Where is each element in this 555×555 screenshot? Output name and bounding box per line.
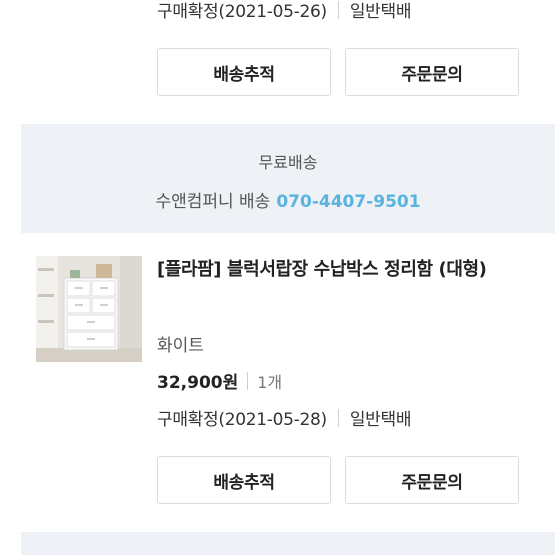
delivery-type: 일반택배	[349, 2, 412, 22]
divider	[247, 371, 249, 390]
order-status-row: 구매확정(2021-05-28) 일반택배	[157, 405, 412, 430]
divider	[337, 0, 339, 19]
track-delivery-button[interactable]: 배송추적	[157, 48, 331, 96]
shipping-fee-type: 무료배송	[258, 153, 318, 172]
product-quantity: 1개	[257, 372, 283, 392]
order-inquiry-button[interactable]: 주문문의	[345, 48, 519, 96]
order-inquiry-button[interactable]: 주문문의	[345, 456, 519, 504]
drawer-cabinet-image	[36, 256, 142, 362]
shipping-phone-link[interactable]: 070-4407-9501	[276, 192, 420, 212]
divider	[337, 408, 339, 427]
track-delivery-button[interactable]: 배송추적	[157, 456, 331, 504]
delivery-type: 일반택배	[349, 410, 412, 430]
product-thumbnail[interactable]	[36, 256, 142, 362]
shipping-info-panel: 무료배송 수앤컴퍼니 배송 070-4407-9501	[21, 124, 555, 233]
price-row: 32,900원 1개	[157, 368, 282, 393]
order-status: 구매확정(2021-05-28)	[157, 410, 327, 430]
shipping-contact: 수앤컴퍼니 배송 070-4407-9501	[21, 187, 555, 212]
product-name-link[interactable]: [플라팜] 블럭서랍장 수납박스 정리함 (대형)	[157, 256, 527, 284]
next-shipping-panel	[21, 532, 555, 555]
product-price: 32,900원	[157, 373, 239, 393]
product-option: 화이트	[157, 336, 204, 356]
order-status: 구매확정(2021-05-26)	[157, 2, 327, 22]
order-status-row: 구매확정(2021-05-26) 일반택배	[157, 0, 412, 22]
shipping-vendor: 수앤컴퍼니 배송	[155, 192, 271, 212]
